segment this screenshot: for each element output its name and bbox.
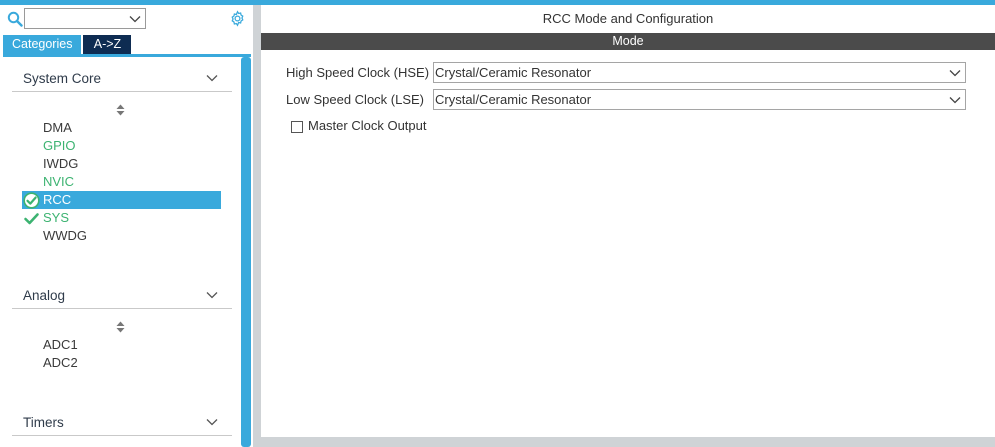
item-label: ADC1	[43, 337, 78, 352]
tab-underline	[3, 54, 251, 57]
check-circle-icon	[23, 192, 40, 209]
hse-select-value: Crystal/Ceramic Resonator	[435, 65, 592, 80]
item-label: IWDG	[43, 156, 79, 171]
search-icon[interactable]	[7, 11, 23, 27]
bottom-splitter[interactable]	[261, 437, 995, 447]
sort-icon[interactable]	[116, 104, 125, 116]
category-title: System Core	[23, 71, 102, 86]
lse-label: Low Speed Clock (LSE)	[286, 92, 425, 107]
category-tabs: Categories A->Z	[3, 35, 132, 54]
list-item-iwdg[interactable]: IWDG	[22, 155, 221, 173]
sort-icon[interactable]	[116, 321, 125, 333]
item-label: WWDG	[43, 228, 88, 243]
left-panel: Categories A->Z System Core DMA GPIO IWD…	[0, 5, 253, 447]
list-item-dma[interactable]: DMA	[22, 119, 221, 137]
page-title: RCC Mode and Configuration	[542, 11, 714, 26]
chevron-down-icon[interactable]	[949, 94, 961, 106]
list-item-adc1[interactable]: ADC1	[22, 336, 221, 354]
category-header-system-core[interactable]: System Core	[12, 68, 232, 92]
category-header-analog[interactable]: Analog	[12, 285, 232, 309]
list-item-sys[interactable]: SYS	[22, 209, 221, 227]
list-item-nvic[interactable]: NVIC	[22, 173, 221, 191]
check-icon	[24, 213, 39, 225]
chevron-down-icon[interactable]	[949, 67, 961, 79]
chevron-down-icon[interactable]	[206, 73, 218, 83]
section-header-mode: Mode	[261, 33, 995, 50]
hse-select[interactable]: Crystal/Ceramic Resonator	[433, 62, 966, 83]
chevron-down-icon[interactable]	[129, 13, 141, 25]
category-title: Analog	[23, 288, 66, 303]
item-label: GPIO	[43, 138, 76, 153]
item-label: ADC2	[43, 355, 78, 370]
master-clock-output-label: Master Clock Output	[308, 118, 427, 133]
item-label: DMA	[43, 120, 72, 135]
scrollbar[interactable]	[241, 57, 251, 447]
list-item-wwdg[interactable]: WWDG	[22, 227, 221, 245]
chevron-down-icon[interactable]	[206, 417, 218, 427]
item-label: SYS	[43, 210, 70, 225]
category-title: Timers	[23, 415, 64, 430]
master-clock-output-checkbox[interactable]	[291, 121, 303, 133]
gear-icon[interactable]	[229, 10, 246, 27]
list-item-adc2[interactable]: ADC2	[22, 354, 221, 372]
item-label: RCC	[43, 192, 72, 207]
category-header-timers[interactable]: Timers	[12, 412, 232, 436]
tab-a-z[interactable]: A->Z	[83, 35, 132, 54]
hse-label: High Speed Clock (HSE)	[286, 65, 430, 80]
list-item-rcc[interactable]: RCC	[22, 191, 221, 209]
search-input[interactable]	[24, 8, 146, 29]
list-item-gpio[interactable]: GPIO	[22, 137, 221, 155]
lse-select-value: Crystal/Ceramic Resonator	[435, 92, 592, 107]
item-label: NVIC	[43, 174, 75, 189]
right-panel: RCC Mode and Configuration Mode High Spe…	[261, 5, 995, 447]
tab-categories[interactable]: Categories	[3, 35, 82, 54]
lse-select[interactable]: Crystal/Ceramic Resonator	[433, 89, 966, 110]
panel-splitter[interactable]	[253, 5, 261, 447]
chevron-down-icon[interactable]	[206, 290, 218, 300]
